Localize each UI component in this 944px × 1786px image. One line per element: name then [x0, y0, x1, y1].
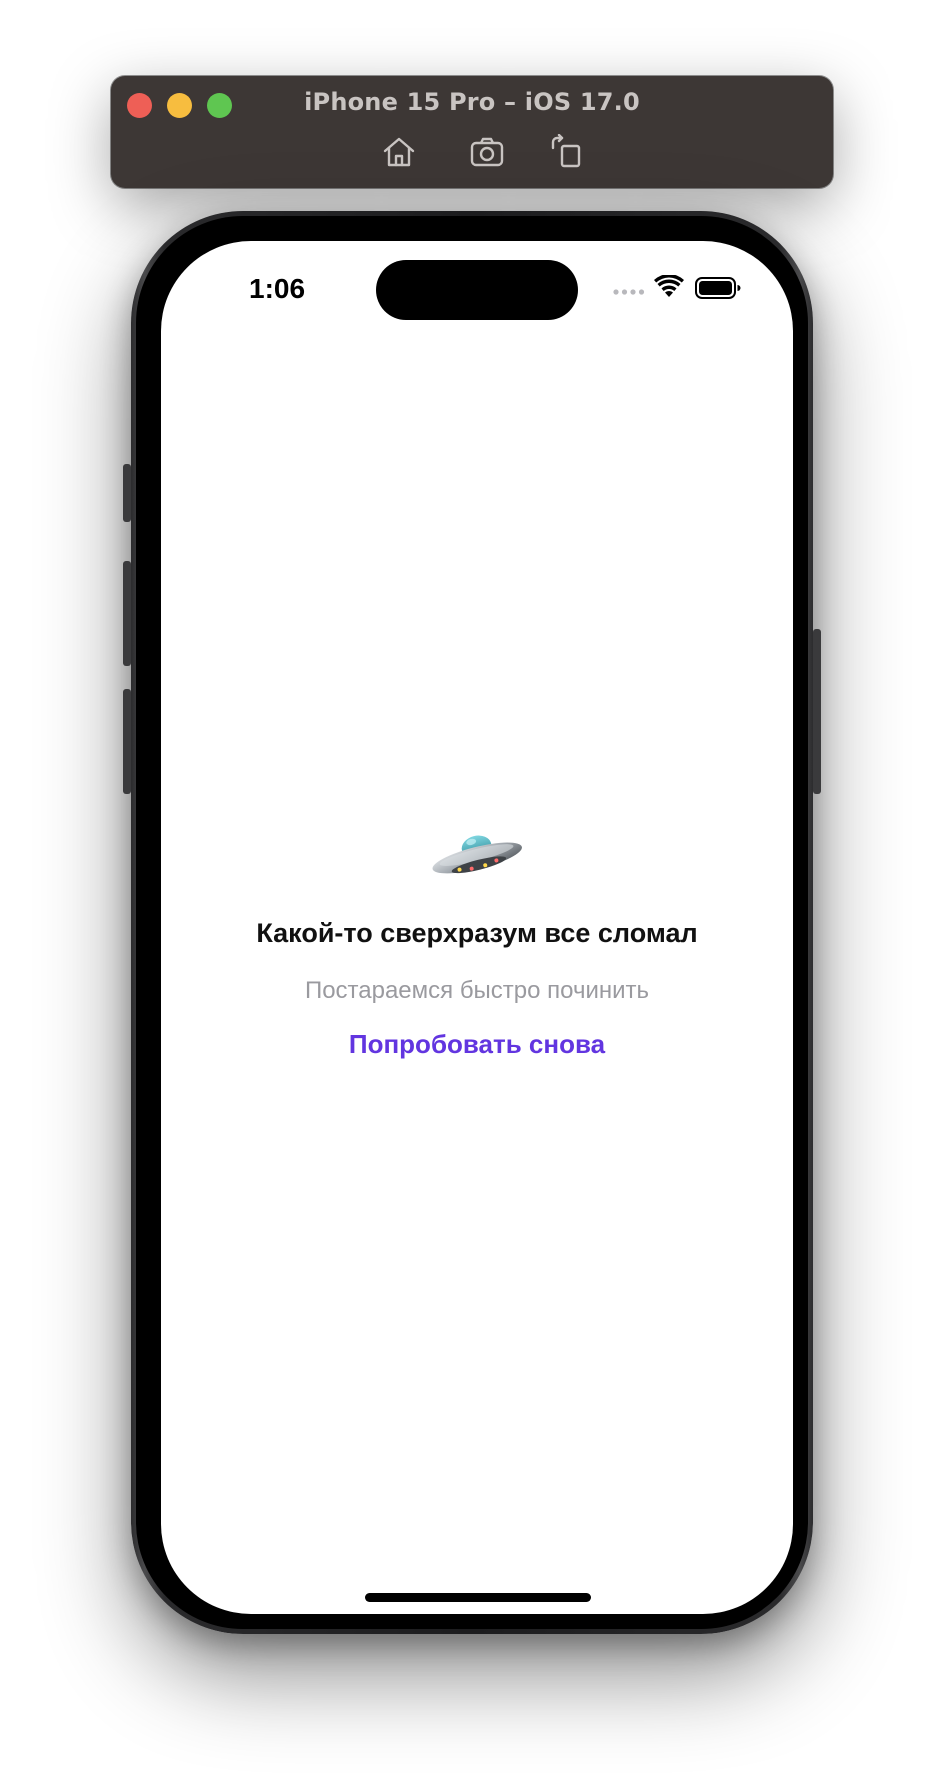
battery-icon: [695, 277, 741, 299]
iphone-device-frame: 1:06 Какой-то сверхразум все сломал Пост…: [123, 211, 821, 1634]
home-button[interactable]: [381, 134, 417, 170]
power-button[interactable]: [813, 629, 821, 794]
action-button[interactable]: [123, 464, 131, 522]
ufo-icon: [432, 835, 522, 874]
simulator-titlebar: iPhone 15 Pro – iOS 17.0: [111, 76, 833, 188]
error-state: Какой-то сверхразум все сломал Постараем…: [161, 827, 793, 1060]
volume-down-button[interactable]: [123, 689, 131, 794]
error-title: Какой-то сверхразум все сломал: [256, 918, 698, 948]
volume-up-button[interactable]: [123, 561, 131, 666]
home-indicator[interactable]: [365, 1593, 591, 1602]
wifi-icon: [654, 275, 684, 297]
status-time: 1:06: [249, 273, 306, 304]
camera-icon: [470, 137, 504, 167]
device-bezel: 1:06 Какой-то сверхразум все сломал Пост…: [136, 216, 808, 1629]
rotate-button[interactable]: [548, 133, 584, 170]
retry-button[interactable]: Попробовать снова: [349, 1029, 605, 1060]
cellular-icon: [613, 289, 645, 295]
simulator-title: iPhone 15 Pro – iOS 17.0: [304, 88, 640, 116]
status-icons: [613, 275, 743, 303]
screenshot-button[interactable]: [469, 134, 505, 170]
error-subtitle: Постараемся быстро починить: [304, 977, 650, 1004]
rotate-icon: [551, 133, 581, 168]
simulator-toolbar: [111, 133, 833, 170]
home-icon: [383, 137, 415, 167]
dynamic-island: [376, 260, 578, 320]
device-screen: 1:06 Какой-то сверхразум все сломал Пост…: [161, 241, 793, 1614]
